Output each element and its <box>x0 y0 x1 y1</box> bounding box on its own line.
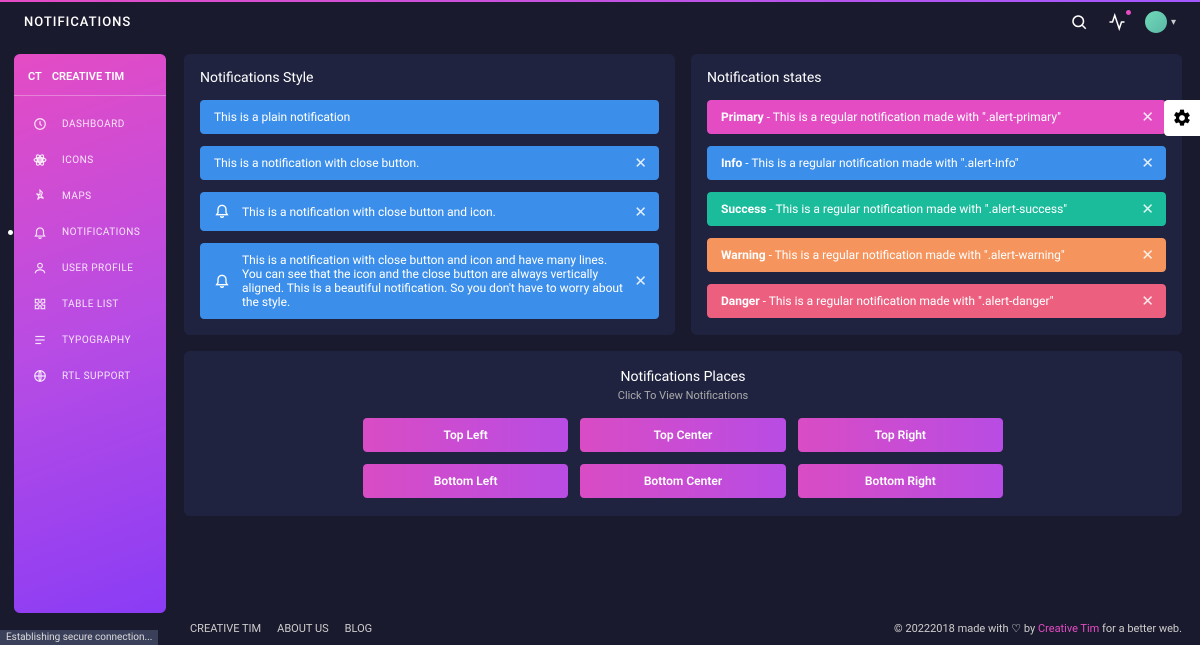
place-button-top-center[interactable]: Top Center <box>580 418 785 452</box>
sidebar: CT CREATIVE TIM DASHBOARD ICONS MAPS NOTIFI… <box>14 54 166 613</box>
alert-text: Warning - This is a regular notification… <box>721 248 1152 262</box>
avatar <box>1145 11 1167 33</box>
place-button-bottom-center[interactable]: Bottom Center <box>580 464 785 498</box>
alert-text: This is a notification with close button… <box>242 253 645 309</box>
sidebar-item-label: USER PROFILE <box>62 263 133 274</box>
close-icon[interactable]: ✕ <box>1141 154 1154 172</box>
alert-text: This is a notification with close button… <box>214 156 645 170</box>
user-menu[interactable]: ▾ <box>1145 11 1176 33</box>
place-button-top-left[interactable]: Top Left <box>363 418 568 452</box>
text-icon <box>32 332 48 348</box>
sidebar-item-rtl-support[interactable]: RTL SUPPORT <box>14 358 166 394</box>
atom-icon <box>32 152 48 168</box>
place-button-bottom-right[interactable]: Bottom Right <box>798 464 1003 498</box>
bell-icon <box>214 202 230 221</box>
card-title: Notifications Style <box>200 70 659 86</box>
alert-danger: Danger - This is a regular notification … <box>707 284 1166 318</box>
status-bar: Establishing secure connection... <box>0 630 158 645</box>
sidebar-item-user-profile[interactable]: USER PROFILE <box>14 250 166 286</box>
footer-brand-link[interactable]: Creative Tim <box>1038 622 1099 635</box>
close-icon[interactable]: ✕ <box>1141 246 1154 264</box>
card-notifications-places: Notifications Places Click To View Notif… <box>184 351 1182 516</box>
alert-success: Success - This is a regular notification… <box>707 192 1166 226</box>
places-subtitle: Click To View Notifications <box>202 389 1164 402</box>
header: NOTIFICATIONS ▾ <box>0 2 1200 42</box>
place-button-top-right[interactable]: Top Right <box>798 418 1003 452</box>
alert-text: Danger - This is a regular notification … <box>721 294 1152 308</box>
card-notifications-style: Notifications Style This is a plain noti… <box>184 54 675 335</box>
alert: This is a plain notification <box>200 100 659 134</box>
main: CT CREATIVE TIM DASHBOARD ICONS MAPS NOTIFI… <box>0 42 1200 625</box>
globe-icon <box>32 368 48 384</box>
card-notification-states: Notification states Primary - This is a … <box>691 54 1182 335</box>
place-button-bottom-left[interactable]: Bottom Left <box>363 464 568 498</box>
alert-primary: Primary - This is a regular notification… <box>707 100 1166 134</box>
pin-icon <box>32 188 48 204</box>
sidebar-item-label: TABLE LIST <box>62 299 119 310</box>
footer-link[interactable]: ABOUT US <box>277 622 328 635</box>
bell-icon <box>32 224 48 240</box>
alert-text: Info - This is a regular notification ma… <box>721 156 1152 170</box>
nav-list: DASHBOARD ICONS MAPS NOTIFICATIONS USER PROF… <box>14 106 166 394</box>
copy-text: © 20222018 made with <box>894 622 1011 635</box>
alert-text: Primary - This is a regular notification… <box>721 110 1152 124</box>
sidebar-item-label: ICONS <box>62 155 94 166</box>
close-icon[interactable]: ✕ <box>634 272 647 290</box>
footer-links: CREATIVE TIM ABOUT US BLOG <box>190 622 372 635</box>
brand[interactable]: CT CREATIVE TIM <box>14 66 166 96</box>
close-icon[interactable]: ✕ <box>634 154 647 172</box>
copy-text: for a better web. <box>1099 622 1182 635</box>
heart-icon: ♡ <box>1011 622 1021 635</box>
card-title: Notification states <box>707 70 1166 86</box>
sidebar-item-typography[interactable]: TYPOGRAPHY <box>14 322 166 358</box>
close-icon[interactable]: ✕ <box>1141 200 1154 218</box>
alert-text: This is a plain notification <box>214 110 645 124</box>
alert-text: Success - This is a regular notification… <box>721 202 1152 216</box>
sidebar-item-table-list[interactable]: TABLE LIST <box>14 286 166 322</box>
sidebar-item-label: DASHBOARD <box>62 119 125 130</box>
puzzle-icon <box>32 296 48 312</box>
content: Notifications Style This is a plain noti… <box>166 42 1200 625</box>
close-icon[interactable]: ✕ <box>634 203 647 221</box>
close-icon[interactable]: ✕ <box>1141 292 1154 310</box>
sidebar-item-label: TYPOGRAPHY <box>62 335 131 346</box>
search-icon[interactable] <box>1069 12 1089 32</box>
close-icon[interactable]: ✕ <box>1141 108 1154 126</box>
places-title: Notifications Places <box>202 369 1164 385</box>
header-actions: ▾ <box>1069 11 1176 33</box>
footer-link[interactable]: CREATIVE TIM <box>190 622 261 635</box>
dashboard-icon <box>32 116 48 132</box>
page-title: NOTIFICATIONS <box>24 15 131 30</box>
activity-icon[interactable] <box>1107 12 1127 32</box>
sidebar-item-label: RTL SUPPORT <box>62 371 131 382</box>
chevron-down-icon: ▾ <box>1171 17 1176 28</box>
sidebar-item-dashboard[interactable]: DASHBOARD <box>14 106 166 142</box>
footer-link[interactable]: BLOG <box>345 622 373 635</box>
sidebar-item-notifications[interactable]: NOTIFICATIONS <box>14 214 166 250</box>
sidebar-item-icons[interactable]: ICONS <box>14 142 166 178</box>
brand-short: CT <box>28 70 42 83</box>
alert: This is a notification with close button… <box>200 192 659 231</box>
copy-text: by <box>1021 622 1038 635</box>
sidebar-item-label: NOTIFICATIONS <box>62 227 140 238</box>
alert: This is a notification with close button… <box>200 243 659 319</box>
alert-warning: Warning - This is a regular notification… <box>707 238 1166 272</box>
sidebar-item-maps[interactable]: MAPS <box>14 178 166 214</box>
footer-copyright: © 20222018 made with ♡ by Creative Tim f… <box>894 622 1182 635</box>
brand-name: CREATIVE TIM <box>52 70 124 83</box>
footer: CREATIVE TIM ABOUT US BLOG © 20222018 made… <box>190 622 1182 635</box>
sidebar-item-label: MAPS <box>62 191 92 202</box>
bell-icon <box>214 272 230 291</box>
user-icon <box>32 260 48 276</box>
settings-button[interactable] <box>1164 100 1200 136</box>
alert-info: Info - This is a regular notification ma… <box>707 146 1166 180</box>
alert-text: This is a notification with close button… <box>242 205 645 219</box>
alert: This is a notification with close button… <box>200 146 659 180</box>
